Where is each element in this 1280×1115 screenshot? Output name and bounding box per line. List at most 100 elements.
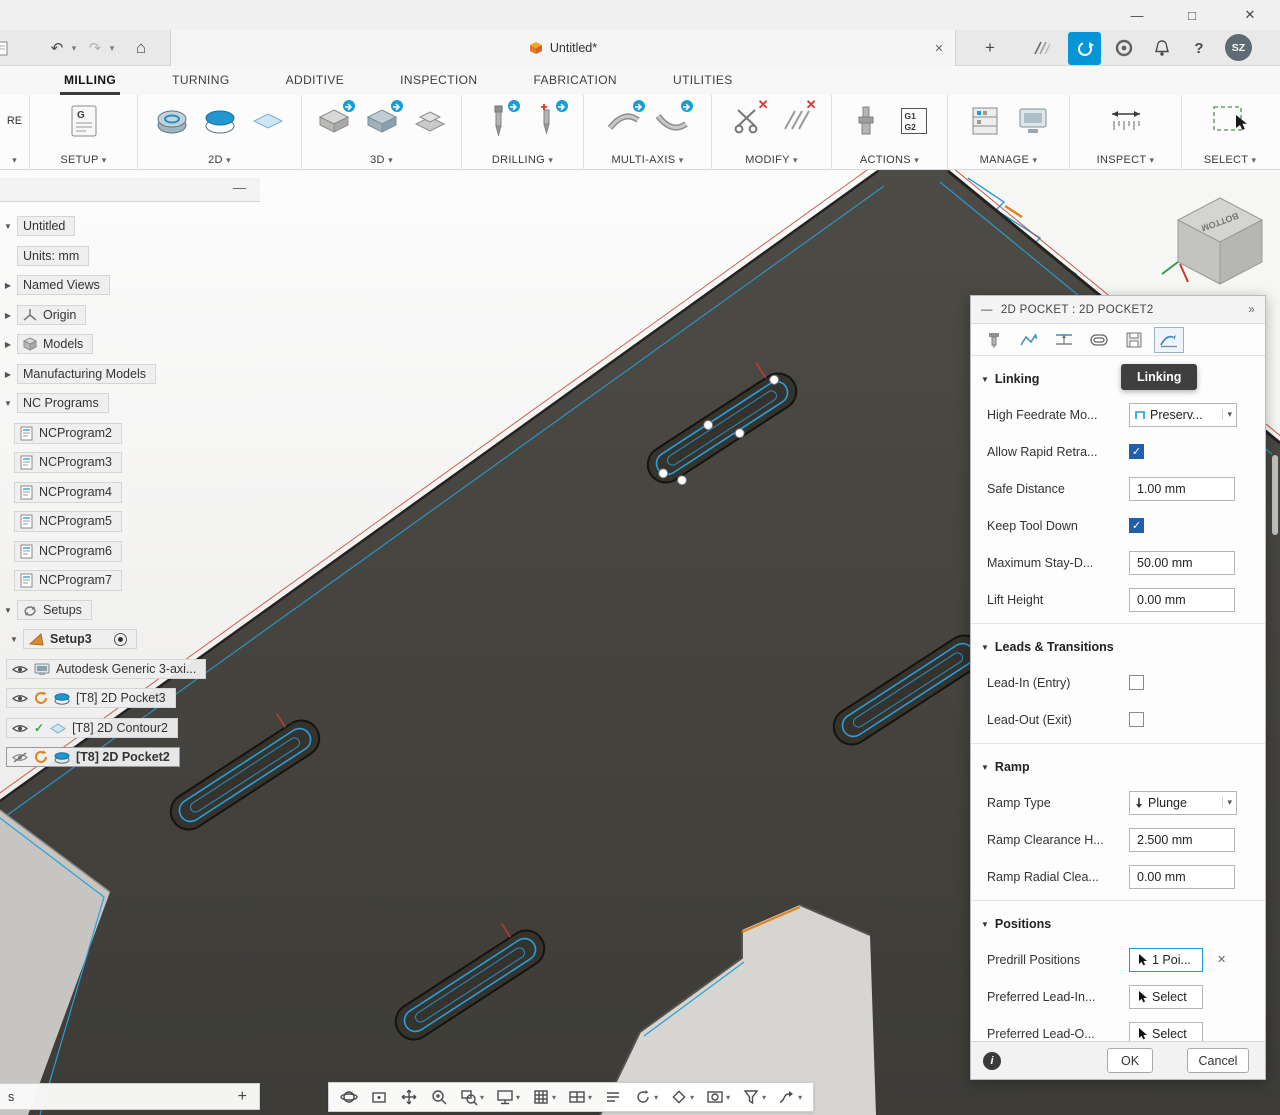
- group-inspect[interactable]: INSPECT ▾: [1070, 95, 1182, 170]
- visibility-eye-icon[interactable]: [12, 723, 28, 734]
- tree-item-ncprogram2[interactable]: NCProgram2: [14, 421, 122, 445]
- tree-item-document[interactable]: ▼ Untitled: [2, 214, 76, 238]
- ramp-clearance-input[interactable]: 2.500 mm: [1129, 827, 1235, 852]
- browser-panel-header[interactable]: —: [0, 178, 260, 202]
- extensions-icon[interactable]: [1068, 32, 1101, 65]
- home-icon[interactable]: ⌂: [128, 30, 154, 66]
- tree-item-machine[interactable]: Autodesk Generic 3-axi...: [6, 657, 207, 681]
- file-icon[interactable]: [0, 30, 12, 66]
- 2d-face-icon[interactable]: [249, 101, 287, 141]
- tab-turning[interactable]: TURNING: [168, 69, 233, 95]
- group-select[interactable]: SELECT ▾: [1182, 95, 1278, 170]
- tab-heights[interactable]: [1049, 327, 1079, 353]
- new-document-button[interactable]: +: [978, 30, 1002, 66]
- visibility-eye-icon[interactable]: [12, 693, 28, 704]
- document-tab[interactable]: Untitled* ✕: [170, 30, 956, 66]
- tree-item-nc-programs[interactable]: ▼ NC Programs: [2, 391, 109, 415]
- group-modify[interactable]: ✕ ✕ MODIFY ▾: [712, 95, 832, 170]
- select-window-icon[interactable]: [1211, 101, 1249, 141]
- group-actions[interactable]: G1 G2 ACTIONS ▾: [832, 95, 948, 170]
- tree-item-manufacturing-models[interactable]: ▶ Manufacturing Models: [2, 362, 156, 386]
- tree-item-setup3[interactable]: ▼ Setup3: [8, 627, 137, 651]
- 2d-adaptive-icon[interactable]: [153, 101, 191, 141]
- disclosure-icon[interactable]: ▶: [2, 370, 14, 379]
- minimize-button[interactable]: —: [1115, 0, 1159, 30]
- zoom-icon[interactable]: [425, 1084, 453, 1110]
- tab-tool[interactable]: [979, 327, 1009, 353]
- undo-dropdown-icon[interactable]: ▾: [68, 30, 80, 66]
- redo-button[interactable]: ↷: [84, 30, 106, 66]
- disclosure-icon[interactable]: ▼: [8, 635, 20, 644]
- user-avatar[interactable]: SZ: [1225, 34, 1252, 61]
- tree-item-operation-contour2[interactable]: ✓ [T8] 2D Contour2: [6, 716, 178, 740]
- section-ramp[interactable]: ▼ Ramp: [971, 750, 1265, 784]
- lead-in-checkbox[interactable]: [1129, 675, 1144, 690]
- browser-footer[interactable]: s +: [0, 1083, 260, 1110]
- tab-fabrication[interactable]: FABRICATION: [529, 69, 621, 95]
- visual-style-icon[interactable]: [599, 1084, 627, 1110]
- group-manage[interactable]: MANAGE ▾: [948, 95, 1070, 170]
- section-linking[interactable]: ▼ Linking: [971, 362, 1265, 396]
- drill-pattern-icon[interactable]: [528, 99, 569, 141]
- swarf-icon[interactable]: [605, 99, 646, 141]
- undo-button[interactable]: ↶: [46, 30, 68, 66]
- selection-filter-icon[interactable]: ▾: [737, 1084, 771, 1110]
- drill-icon[interactable]: [480, 99, 521, 141]
- tree-item-ncprogram4[interactable]: NCProgram4: [14, 480, 122, 504]
- grid-display-icon[interactable]: ▾: [527, 1084, 561, 1110]
- 3d-pocket-icon[interactable]: [363, 99, 404, 141]
- display-settings-icon[interactable]: ▾: [491, 1084, 525, 1110]
- clear-selection-icon[interactable]: ✕: [1217, 953, 1226, 966]
- disclosure-icon[interactable]: ▶: [2, 340, 14, 349]
- ok-button[interactable]: OK: [1107, 1048, 1153, 1073]
- zoom-window-icon[interactable]: ▾: [455, 1084, 489, 1110]
- visibility-eye-icon[interactable]: [12, 664, 28, 675]
- toolpath-display-icon[interactable]: ▾: [773, 1084, 807, 1110]
- 3d-flat-icon[interactable]: [411, 101, 449, 141]
- orbit-icon[interactable]: [335, 1084, 363, 1110]
- add-button[interactable]: +: [238, 1088, 247, 1106]
- maximize-button[interactable]: □: [1170, 0, 1214, 30]
- tab-passes[interactable]: [1084, 327, 1114, 353]
- predrill-positions-button[interactable]: 1 Poi...: [1129, 947, 1203, 972]
- dialog-header[interactable]: — 2D POCKET : 2D POCKET2 »: [971, 296, 1265, 324]
- tree-item-origin[interactable]: ▶ Origin: [2, 303, 87, 327]
- cancel-button[interactable]: Cancel: [1187, 1048, 1249, 1073]
- allow-rapid-retract-checkbox[interactable]: ✓: [1129, 444, 1144, 459]
- viewports-icon[interactable]: ▾: [563, 1084, 597, 1110]
- tab-linking[interactable]: [1154, 326, 1184, 353]
- tab-inspection[interactable]: INSPECTION: [396, 69, 481, 95]
- trim-scissors-icon[interactable]: ✕: [729, 97, 769, 141]
- disclosure-icon[interactable]: ▶: [2, 311, 14, 320]
- disclosure-icon[interactable]: ▼: [2, 606, 14, 615]
- multi-axis-contour-icon[interactable]: [653, 99, 694, 141]
- tree-item-named-views[interactable]: ▶ Named Views: [2, 273, 110, 297]
- tree-item-units[interactable]: Units: mm: [2, 244, 90, 268]
- group-2d[interactable]: 2D ▾: [138, 95, 302, 170]
- high-feedrate-dropdown[interactable]: Preserv... ▾: [1129, 402, 1237, 427]
- notifications-bell-icon[interactable]: [1148, 30, 1176, 66]
- safe-distance-input[interactable]: 1.00 mm: [1129, 476, 1235, 501]
- group-drilling[interactable]: DRILLING ▾: [462, 95, 584, 170]
- group-multi-axis[interactable]: MULTI-AXIS ▾: [584, 95, 712, 170]
- active-setup-radio[interactable]: [113, 632, 127, 646]
- tree-item-models[interactable]: ▶ Models: [2, 332, 94, 356]
- 3d-adaptive-icon[interactable]: [315, 99, 356, 141]
- collapse-dialog-icon[interactable]: —: [981, 304, 993, 316]
- tree-item-ncprogram7[interactable]: NCProgram7: [14, 568, 122, 592]
- capture-icon[interactable]: ▾: [701, 1084, 735, 1110]
- post-process-icon[interactable]: G1 G2: [895, 101, 933, 141]
- refresh-icon[interactable]: ▾: [629, 1084, 663, 1110]
- job-status-icon[interactable]: [1028, 30, 1054, 66]
- viewport-scrollbar[interactable]: [1272, 455, 1278, 535]
- disclosure-icon[interactable]: ▼: [2, 399, 14, 408]
- tree-item-operation-pocket2-selected[interactable]: [T8] 2D Pocket2: [6, 745, 180, 769]
- ramp-radial-clearance-input[interactable]: 0.00 mm: [1129, 864, 1235, 889]
- pan-icon[interactable]: [395, 1084, 423, 1110]
- tab-milling[interactable]: MILLING: [60, 69, 121, 95]
- lift-height-input[interactable]: 0.00 mm: [1129, 587, 1235, 612]
- help-icon[interactable]: ?: [1186, 30, 1212, 66]
- tool-library-icon[interactable]: [966, 101, 1004, 141]
- disclosure-icon[interactable]: ▼: [2, 222, 14, 231]
- group-setup[interactable]: G SETUP ▾: [30, 95, 138, 170]
